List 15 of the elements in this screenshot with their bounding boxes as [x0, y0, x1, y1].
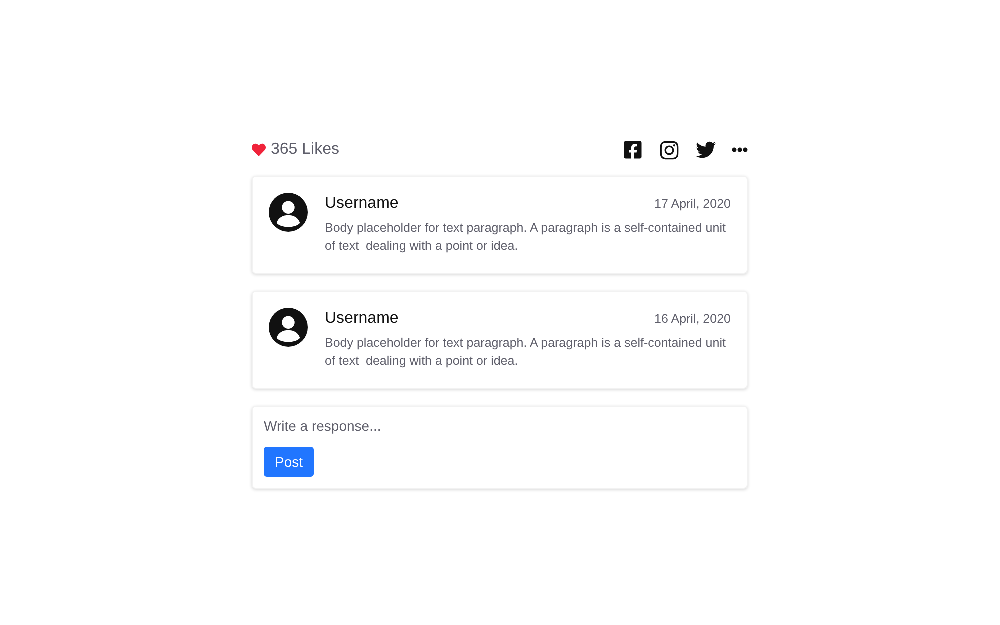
instagram-icon[interactable] [659, 140, 680, 160]
comment-text: Body placeholder for text paragraph. A paragraph is a self-contained unit of text dealing with a point or idea. [325, 335, 727, 370]
comment-text: Body placeholder for text paragraph. A paragraph is a self-contained unit of text dealing with a point or idea. [325, 220, 727, 255]
facebook-icon[interactable] [623, 140, 643, 160]
avatar-icon [269, 308, 308, 347]
likes-count: 365 Likes [271, 141, 340, 159]
username: Username [325, 310, 399, 328]
avatar-icon [269, 193, 308, 232]
username: Username [325, 195, 399, 213]
comment-date: 17 April, 2020 [654, 197, 731, 211]
heart-icon [252, 143, 266, 157]
post-button[interactable]: Post [264, 447, 314, 477]
response-field[interactable]: Write a response... Post [252, 406, 748, 489]
twitter-icon[interactable] [696, 140, 716, 160]
comment-date: 16 April, 2020 [654, 312, 731, 326]
